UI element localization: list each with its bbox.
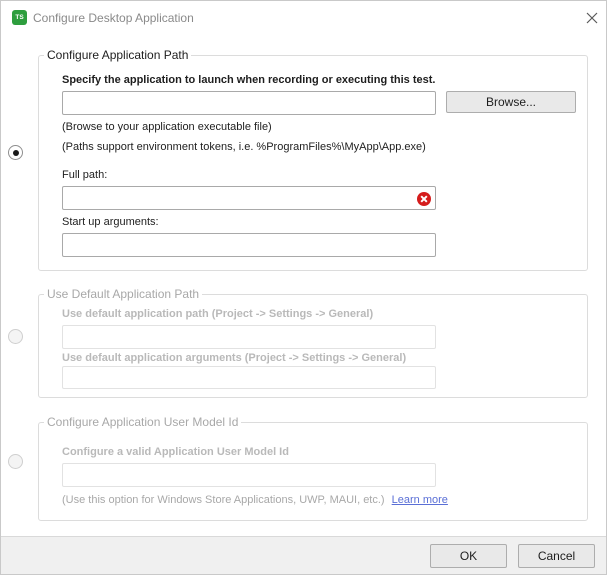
- windows-store-note: (Use this option for Windows Store Appli…: [62, 494, 448, 506]
- radio-use-default-application-path[interactable]: [8, 329, 23, 344]
- radio-configure-user-model-id[interactable]: [8, 454, 23, 469]
- cancel-button[interactable]: Cancel: [518, 544, 595, 568]
- default-arguments-label: Use default application arguments (Proje…: [62, 352, 407, 364]
- environment-tokens-hint-text: (Paths support environment tokens, i.e. …: [62, 141, 426, 153]
- browse-hint-text: (Browse to your application executable f…: [62, 121, 272, 133]
- browse-button[interactable]: Browse...: [446, 91, 576, 113]
- group-use-default-application-path: Use Default Application Path Use default…: [38, 287, 588, 398]
- specify-application-label: Specify the application to launch when r…: [62, 74, 436, 86]
- startup-arguments-input[interactable]: [62, 233, 436, 257]
- group-legend: Configure Application Path: [44, 48, 192, 62]
- title-bar: TS Configure Desktop Application: [1, 1, 606, 35]
- default-arguments-input[interactable]: [62, 366, 436, 389]
- dialog-footer: OK Cancel: [1, 536, 606, 574]
- error-icon: [417, 192, 431, 206]
- group-legend: Configure Application User Model Id: [44, 415, 242, 429]
- full-path-input[interactable]: [62, 186, 436, 210]
- ok-button[interactable]: OK: [430, 544, 507, 568]
- windows-store-note-text: (Use this option for Windows Store Appli…: [62, 494, 385, 506]
- full-path-label: Full path:: [62, 169, 108, 181]
- default-path-label: Use default application path (Project ->…: [62, 308, 374, 320]
- default-path-input[interactable]: [62, 325, 436, 349]
- window-title: Configure Desktop Application: [33, 11, 194, 25]
- radio-configure-application-path[interactable]: [8, 145, 23, 160]
- configure-desktop-application-dialog: TS Configure Desktop Application Configu…: [0, 0, 607, 575]
- group-configure-user-model-id: Configure Application User Model Id Conf…: [38, 415, 588, 521]
- group-legend: Use Default Application Path: [44, 287, 203, 301]
- user-model-id-input[interactable]: [62, 463, 436, 487]
- user-model-id-label: Configure a valid Application User Model…: [62, 446, 289, 458]
- close-icon[interactable]: [581, 7, 603, 29]
- startup-arguments-label: Start up arguments:: [62, 216, 159, 228]
- learn-more-link[interactable]: Learn more: [392, 494, 448, 506]
- group-configure-application-path: Configure Application Path Specify the a…: [38, 48, 588, 271]
- application-path-input[interactable]: [62, 91, 436, 115]
- testsprite-app-icon: TS: [12, 10, 27, 25]
